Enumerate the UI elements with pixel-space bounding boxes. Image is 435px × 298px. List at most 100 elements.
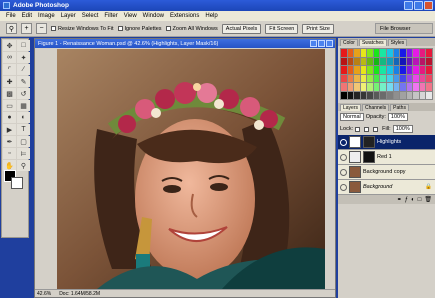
doc-maximize-icon[interactable] [318, 40, 325, 47]
eraser-tool-icon[interactable]: ▭ [3, 100, 16, 111]
tab-channels[interactable]: Channels [362, 104, 390, 111]
pen-tool-icon[interactable]: ✒ [3, 136, 16, 147]
swatch-cell[interactable] [360, 74, 367, 82]
swatch-cell[interactable] [413, 66, 419, 74]
layer-row-background[interactable]: Background 🔒 [338, 180, 435, 195]
swatch-cell[interactable] [400, 66, 406, 74]
tab-swatches[interactable]: Swatches [358, 39, 387, 46]
doc-close-icon[interactable] [326, 40, 333, 47]
lasso-tool-icon[interactable]: ∞ [3, 52, 16, 63]
swatch-cell[interactable] [347, 66, 354, 74]
menu-select[interactable]: Select [82, 13, 99, 19]
swatch-cell[interactable] [426, 83, 432, 91]
layer-row-red[interactable]: Red 1 [338, 150, 435, 165]
swatch-cell[interactable] [354, 83, 360, 91]
swatch-cell[interactable] [380, 66, 386, 74]
swatch-cell[interactable] [354, 57, 360, 65]
resize-windows-option[interactable]: Resize Windows To Fit [51, 26, 114, 32]
layer-mask-thumbnail[interactable] [363, 136, 375, 148]
swatch-cell[interactable] [341, 83, 347, 91]
swatches-grid[interactable] [340, 48, 433, 100]
maximize-icon[interactable] [414, 1, 423, 10]
swatch-cell[interactable] [367, 74, 373, 82]
swatch-cell[interactable] [413, 57, 419, 65]
swatch-cell[interactable] [354, 49, 360, 57]
zoom-all-option[interactable]: Zoom All Windows [165, 26, 218, 32]
history-brush-icon[interactable]: ↺ [17, 88, 30, 99]
zoom-tool-box-icon[interactable]: ⚲ [17, 160, 30, 171]
menu-file[interactable]: File [6, 13, 16, 19]
marquee-tool-icon[interactable]: □ [17, 40, 30, 51]
swatch-cell[interactable] [341, 74, 347, 82]
menu-window[interactable]: Window [143, 13, 164, 19]
link-layers-icon[interactable]: ⚭ [397, 196, 402, 203]
swatch-cell[interactable] [419, 49, 426, 57]
menu-filter[interactable]: Filter [104, 13, 117, 19]
lock-pixels-icon[interactable] [364, 126, 370, 132]
swatch-cell[interactable] [419, 83, 426, 91]
blend-mode-select[interactable]: Normal [340, 113, 364, 121]
swatch-cell[interactable] [367, 49, 373, 57]
swatch-cell[interactable] [393, 57, 400, 65]
swatch-cell[interactable] [419, 66, 426, 74]
clone-stamp-icon[interactable]: ▩ [3, 88, 16, 99]
swatch-cell[interactable] [426, 57, 432, 65]
trash-icon[interactable]: 🗑 [424, 196, 432, 203]
swatch-cell[interactable] [387, 74, 393, 82]
swatch-cell[interactable] [406, 49, 413, 57]
minimize-icon[interactable] [404, 1, 413, 10]
swatch-cell[interactable] [380, 57, 386, 65]
add-layer-style-icon[interactable]: ƒ [405, 197, 408, 203]
zoom-in-icon[interactable]: + [21, 23, 32, 34]
swatch-cell[interactable] [406, 91, 413, 99]
menu-layer[interactable]: Layer [61, 13, 76, 19]
blur-tool-icon[interactable]: ● [3, 112, 16, 123]
swatch-cell[interactable] [400, 91, 406, 99]
menu-edit[interactable]: Edit [22, 13, 32, 19]
swatch-cell[interactable] [406, 66, 413, 74]
layer-mask-thumbnail[interactable] [363, 151, 375, 163]
swatch-cell[interactable] [380, 83, 386, 91]
move-tool-icon[interactable]: ✥ [3, 40, 16, 51]
swatch-cell[interactable] [347, 49, 354, 57]
background-color-swatch[interactable] [11, 177, 23, 189]
swatch-cell[interactable] [387, 66, 393, 74]
shape-tool-icon[interactable]: ▢ [17, 136, 30, 147]
lock-all-icon[interactable] [373, 126, 379, 132]
swatch-cell[interactable] [426, 49, 432, 57]
swatch-cell[interactable] [380, 74, 386, 82]
brush-tool-icon[interactable]: ✎ [17, 76, 30, 87]
swatch-cell[interactable] [341, 57, 347, 65]
resize-windows-checkbox[interactable] [51, 26, 56, 31]
menu-extensions[interactable]: Extensions [170, 13, 199, 19]
swatch-cell[interactable] [393, 74, 400, 82]
fill-input[interactable]: 100% [392, 125, 413, 133]
slice-tool-icon[interactable]: ∕ [17, 64, 30, 75]
swatch-cell[interactable] [400, 74, 406, 82]
image-canvas[interactable] [57, 49, 325, 289]
swatch-cell[interactable] [367, 91, 373, 99]
add-mask-icon[interactable]: ◐ [411, 197, 415, 203]
swatch-cell[interactable] [400, 83, 406, 91]
healing-brush-icon[interactable]: ✚ [3, 76, 16, 87]
opacity-input[interactable]: 100% [387, 113, 408, 121]
menu-image[interactable]: Image [38, 13, 55, 19]
swatch-cell[interactable] [387, 83, 393, 91]
swatch-cell[interactable] [413, 49, 419, 57]
swatch-cell[interactable] [347, 83, 354, 91]
gradient-tool-icon[interactable]: ▦ [17, 100, 30, 111]
swatch-cell[interactable] [393, 49, 400, 57]
type-tool-icon[interactable]: T [17, 124, 30, 135]
swatch-cell[interactable] [354, 74, 360, 82]
magic-wand-icon[interactable]: ✦ [17, 52, 30, 63]
ignore-palettes-option[interactable]: Ignore Palettes [117, 26, 162, 32]
swatch-cell[interactable] [419, 91, 426, 99]
swatch-cell[interactable] [354, 66, 360, 74]
zoom-all-checkbox[interactable] [165, 26, 171, 31]
swatch-cell[interactable] [360, 49, 367, 57]
swatch-cell[interactable] [413, 91, 419, 99]
path-selection-icon[interactable]: ▶ [3, 124, 16, 135]
swatch-cell[interactable] [360, 83, 367, 91]
swatch-cell[interactable] [354, 91, 360, 99]
swatch-cell[interactable] [380, 91, 386, 99]
